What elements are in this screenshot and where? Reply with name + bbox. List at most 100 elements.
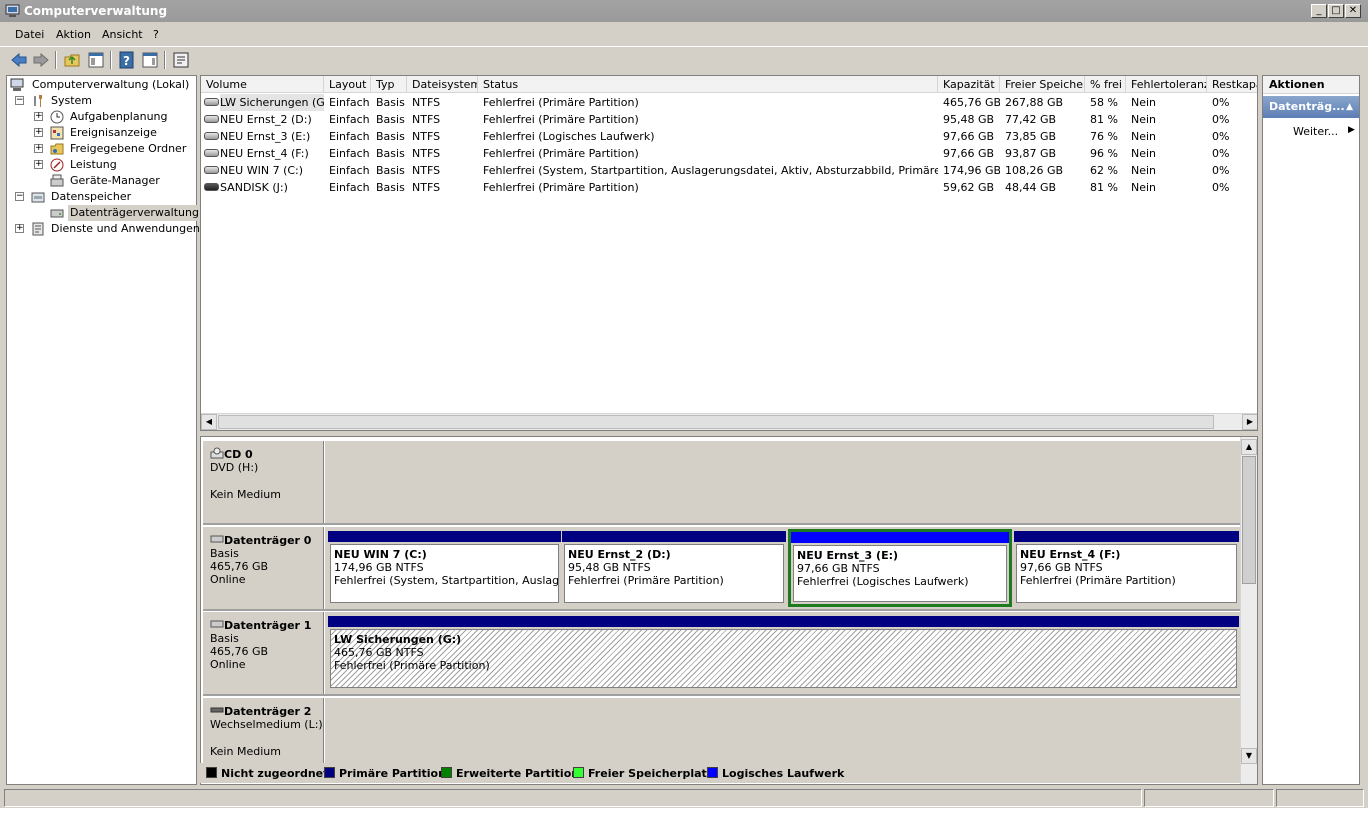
help-icon[interactable]: ? bbox=[118, 51, 136, 69]
table-row[interactable]: NEU Ernst_3 (E:) Einfach Basis NTFS Fehlerfr… bbox=[201, 128, 1257, 145]
legend-swatch bbox=[441, 767, 452, 778]
tree-item-leistung[interactable]: + Leistung bbox=[7, 157, 193, 173]
show-hide-tree-icon[interactable] bbox=[87, 51, 105, 69]
horizontal-scrollbar[interactable]: ◀ ▶ bbox=[201, 413, 1257, 430]
partition-c[interactable]: NEU WIN 7 (C:) 174,96 GB NTFS Fehlerfrei… bbox=[328, 531, 561, 605]
column-header-dateisystem[interactable]: Dateisystem bbox=[407, 76, 478, 93]
expand-icon[interactable]: + bbox=[34, 160, 43, 169]
collapse-icon[interactable]: − bbox=[15, 96, 24, 105]
navigation-tree: Computerverwaltung (Lokal) − System + Au… bbox=[6, 75, 201, 785]
column-header-fehlertoleranz[interactable]: Fehlertoleranz bbox=[1126, 76, 1207, 93]
back-icon[interactable] bbox=[10, 51, 28, 69]
cell-volume: SANDISK (J:) bbox=[220, 181, 288, 194]
partition-body: NEU Ernst_3 (E:) 97,66 GB NTFS Fehlerfre… bbox=[793, 545, 1007, 602]
partition-size: 97,66 GB NTFS bbox=[1020, 561, 1103, 574]
column-header-volume[interactable]: Volume bbox=[201, 76, 324, 93]
cell-layout: Einfach bbox=[329, 164, 370, 177]
cell-freier-speicher: 48,44 GB bbox=[1005, 181, 1057, 194]
computer-management-icon bbox=[10, 78, 24, 91]
expand-icon[interactable]: + bbox=[15, 224, 24, 233]
disk-type: DVD (H:) bbox=[210, 461, 259, 474]
maximize-button[interactable]: □ bbox=[1328, 4, 1344, 18]
action-more[interactable]: Weiter... ▶ bbox=[1293, 125, 1355, 138]
expand-icon[interactable]: + bbox=[34, 112, 43, 121]
partition-e-selected[interactable]: NEU Ernst_3 (E:) 97,66 GB NTFS Fehlerfre… bbox=[788, 529, 1012, 607]
close-button[interactable]: ✕ bbox=[1345, 4, 1361, 18]
disk-row-0[interactable]: Datenträger 0 Basis 465,76 GB Online NEU… bbox=[203, 527, 1241, 611]
tree-item-freigegebene-ordner[interactable]: + Freigegebene Ordner bbox=[7, 141, 193, 157]
legend: Nicht zugeordnet Primäre Partition Erwei… bbox=[200, 763, 1240, 783]
collapse-up-icon[interactable]: ▲ bbox=[1346, 96, 1353, 118]
actions-section-disk-management[interactable]: Datenträg... ▲ bbox=[1263, 96, 1359, 118]
cell-dateisystem: NTFS bbox=[412, 96, 441, 109]
expand-icon[interactable]: + bbox=[34, 144, 43, 153]
column-header-status[interactable]: Status bbox=[478, 76, 938, 93]
vertical-scrollbar[interactable]: ▲ ▼ bbox=[1240, 437, 1257, 784]
storage-icon bbox=[31, 192, 45, 203]
device-manager-icon bbox=[50, 174, 64, 187]
disk-area: LW Sicherungen (G:) 465,76 GB NTFS Fehle… bbox=[325, 612, 1241, 694]
partition-f[interactable]: NEU Ernst_4 (F:) 97,66 GB NTFS Fehlerfre… bbox=[1014, 531, 1239, 605]
column-header-typ[interactable]: Typ bbox=[371, 76, 407, 93]
drive-icon bbox=[204, 98, 219, 106]
tree-item-datentraegerverwaltung[interactable]: Datenträgerverwaltung bbox=[7, 205, 201, 221]
show-hide-action-pane-icon[interactable] bbox=[141, 51, 159, 69]
up-folder-icon[interactable] bbox=[63, 51, 81, 69]
scroll-down-icon[interactable]: ▼ bbox=[1241, 748, 1257, 764]
column-header-restkapazitaet[interactable]: Restkapa bbox=[1207, 76, 1257, 93]
disk-row-2[interactable]: Datenträger 2 Wechselmedium (L:) Kein Me… bbox=[203, 698, 1241, 764]
properties-icon[interactable] bbox=[172, 51, 190, 69]
partition-status: Fehlerfrei (Logisches Laufwerk) bbox=[797, 575, 969, 588]
cell-volume: NEU Ernst_2 (D:) bbox=[220, 113, 312, 126]
table-row[interactable]: LW Sicherungen (G:) Einfach Basis NTFS Fehle… bbox=[201, 94, 1257, 111]
disk-name: CD 0 bbox=[224, 448, 253, 461]
scroll-thumb[interactable] bbox=[1242, 456, 1256, 584]
tree-item-system[interactable]: − System bbox=[7, 93, 193, 109]
table-row[interactable]: NEU Ernst_4 (F:) Einfach Basis NTFS Fehlerfr… bbox=[201, 145, 1257, 162]
drive-icon bbox=[204, 183, 219, 191]
table-row[interactable]: NEU Ernst_2 (D:) Einfach Basis NTFS Fehlerfr… bbox=[201, 111, 1257, 128]
column-header-freier-speicher[interactable]: Freier Speicher bbox=[1000, 76, 1085, 93]
partition-g[interactable]: LW Sicherungen (G:) 465,76 GB NTFS Fehle… bbox=[328, 616, 1239, 690]
cell-volume: NEU Ernst_3 (E:) bbox=[220, 130, 311, 143]
tree-item-datenspeicher[interactable]: − Datenspeicher bbox=[7, 189, 193, 205]
menu-aktion[interactable]: Aktion bbox=[56, 28, 91, 41]
tree-item-aufgabenplanung[interactable]: + Aufgabenplanung bbox=[7, 109, 193, 125]
scroll-up-icon[interactable]: ▲ bbox=[1241, 439, 1257, 455]
minimize-button[interactable]: _ bbox=[1311, 4, 1327, 18]
table-row[interactable]: NEU WIN 7 (C:) Einfach Basis NTFS Fehlerfrei… bbox=[201, 162, 1257, 179]
scroll-thumb[interactable] bbox=[218, 415, 1214, 429]
tree-item-ereignisanzeige[interactable]: + Ereignisanzeige bbox=[7, 125, 193, 141]
partition-body: NEU Ernst_4 (F:) 97,66 GB NTFS Fehlerfre… bbox=[1016, 544, 1237, 603]
toolbar: ? bbox=[0, 46, 1368, 72]
performance-icon bbox=[50, 158, 64, 172]
menu-help[interactable]: ? bbox=[153, 28, 159, 41]
menu-datei[interactable]: Datei bbox=[15, 28, 44, 41]
column-header-kapazitaet[interactable]: Kapazität bbox=[938, 76, 1000, 93]
partition-d[interactable]: NEU Ernst_2 (D:) 95,48 GB NTFS Fehlerfre… bbox=[562, 531, 786, 605]
svg-text:?: ? bbox=[123, 54, 130, 68]
column-header-layout[interactable]: Layout bbox=[324, 76, 371, 93]
tree-item-geraete-manager[interactable]: Geräte-Manager bbox=[7, 173, 193, 189]
menu-ansicht[interactable]: Ansicht bbox=[102, 28, 143, 41]
scroll-right-icon[interactable]: ▶ bbox=[1242, 414, 1257, 430]
legend-label: Logisches Laufwerk bbox=[722, 767, 845, 780]
scroll-left-icon[interactable]: ◀ bbox=[201, 414, 217, 430]
cell-freier-speicher: 108,26 GB bbox=[1005, 164, 1064, 177]
partition-body: NEU Ernst_2 (D:) 95,48 GB NTFS Fehlerfre… bbox=[564, 544, 784, 603]
cell-fehlertoleranz: Nein bbox=[1131, 96, 1157, 109]
table-row[interactable]: SANDISK (J:) Einfach Basis NTFS Fehlerfrei (… bbox=[201, 179, 1257, 196]
tree-item-dienste[interactable]: + Dienste und Anwendungen bbox=[7, 221, 200, 237]
partition-title: NEU WIN 7 (C:) bbox=[334, 548, 427, 561]
disk-management-icon bbox=[50, 209, 64, 218]
column-header-prozent-frei[interactable]: % frei bbox=[1085, 76, 1126, 93]
partition-status: Fehlerfrei (Primäre Partition) bbox=[568, 574, 724, 587]
disk-row-1[interactable]: Datenträger 1 Basis 465,76 GB Online LW … bbox=[203, 612, 1241, 696]
forward-icon[interactable] bbox=[32, 51, 50, 69]
disk-row-cd0[interactable]: CD 0 DVD (H:) Kein Medium bbox=[203, 441, 1241, 525]
tree-item-root[interactable]: Computerverwaltung (Lokal) bbox=[10, 77, 196, 93]
legend-label: Freier Speicherplatz bbox=[588, 767, 714, 780]
cell-fehlertoleranz: Nein bbox=[1131, 113, 1157, 126]
expand-icon[interactable]: + bbox=[34, 128, 43, 137]
collapse-icon[interactable]: − bbox=[15, 192, 24, 201]
